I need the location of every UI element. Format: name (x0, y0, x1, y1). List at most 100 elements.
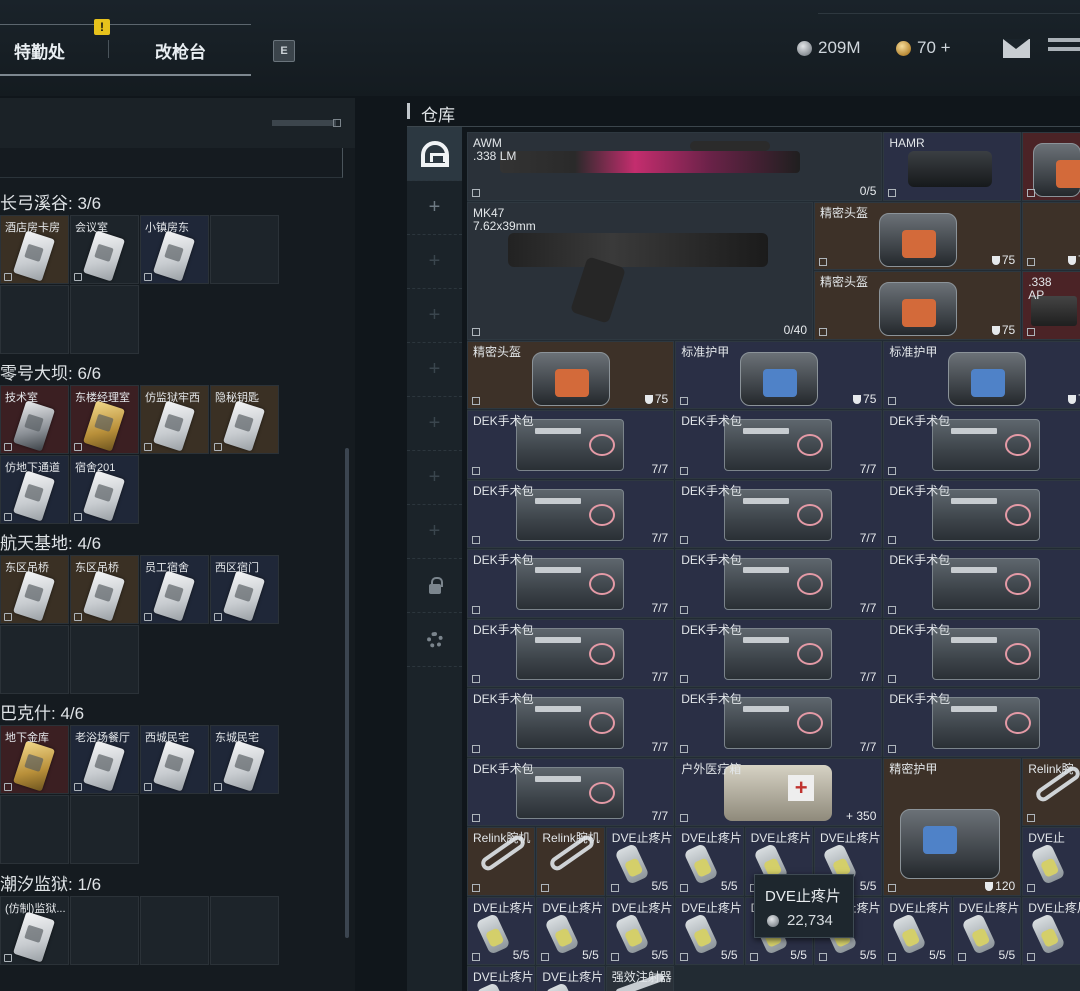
inventory-item[interactable]: DEK手术包 (883, 688, 1080, 757)
bound-tag-icon (4, 443, 12, 451)
empty-key-slot[interactable] (140, 896, 209, 965)
inventory-item[interactable]: DEK手术包 (883, 479, 1080, 548)
key-card-slot[interactable]: 东区吊桥 (0, 555, 69, 624)
inventory-item[interactable] (1022, 132, 1080, 201)
inventory-item[interactable]: DEK手术包 (883, 618, 1080, 687)
add-tab-button[interactable]: + (407, 505, 462, 559)
empty-key-slot[interactable] (0, 285, 69, 354)
menu-icon[interactable] (1048, 38, 1080, 60)
inventory-item[interactable]: DVE止疼片 5/5 (675, 827, 744, 896)
empty-key-slot[interactable] (70, 285, 139, 354)
inventory-item[interactable]: 户外医疗箱 + 350 (675, 757, 883, 826)
key-card-slot[interactable]: 东区吊桥 (70, 555, 139, 624)
inventory-item[interactable]: DEK手术包 7/7 (675, 410, 883, 479)
key-card-slot[interactable]: 小镇房东 (140, 215, 209, 284)
inventory-item[interactable]: Relink腕 (1022, 757, 1080, 826)
mail-icon[interactable] (1003, 39, 1030, 58)
inventory-item[interactable]: DVE止疼片 5/5 (952, 896, 1022, 965)
add-tab-button[interactable]: + (407, 397, 462, 451)
empty-key-slot[interactable] (0, 625, 69, 694)
inventory-item[interactable]: DEK手术包 7/7 (467, 688, 675, 757)
key-card-label: 会议室 (75, 222, 108, 234)
inventory-item[interactable]: DVE止疼片 5/5 (605, 896, 675, 965)
inventory-item[interactable]: DVE止疼片 (1022, 896, 1080, 965)
key-card-slot[interactable]: 仿监狱牢西 (140, 385, 209, 454)
empty-key-slot[interactable] (70, 625, 139, 694)
inventory-item[interactable]: DVE止疼片 5/5 (675, 896, 744, 965)
empty-key-slot[interactable] (0, 795, 69, 864)
inventory-item[interactable]: DEK手术包 (883, 549, 1080, 618)
inventory-item[interactable]: DVE止疼片 5/5 (467, 896, 536, 965)
inventory-item[interactable]: DEK手术包 7/7 (467, 410, 675, 479)
add-tab-button[interactable]: + (407, 343, 462, 397)
key-card-slot[interactable]: 隐秘钥匙 (210, 385, 279, 454)
key-card-slot[interactable]: 西城民宅 (140, 725, 209, 794)
tab-agency[interactable]: 特勤处 (14, 38, 65, 63)
empty-key-slot[interactable] (210, 896, 279, 965)
key-card-slot[interactable]: 酒店房卡房 (0, 215, 69, 284)
warehouse-home-tab[interactable] (407, 127, 462, 181)
settings-button[interactable] (407, 613, 462, 667)
inventory-item[interactable]: DEK手术包 7/7 (675, 479, 883, 548)
key-card-slot[interactable]: 宿舍201 (70, 455, 139, 524)
group-title: 长弓溪谷: 3/6 (0, 194, 102, 213)
add-tab-button[interactable]: + (407, 181, 462, 235)
empty-key-slot[interactable] (70, 795, 139, 864)
inventory-item[interactable]: AWM .338 LM 0/5 (467, 132, 883, 201)
add-tab-button[interactable]: + (407, 289, 462, 343)
bound-tag-icon (4, 783, 12, 791)
inventory-item[interactable]: DEK手术包 7/7 (467, 757, 675, 826)
inventory-item[interactable]: 精密护甲 120 (883, 757, 1022, 896)
key-card-slot[interactable]: 仿地下通道 (0, 455, 69, 524)
bag-icon (879, 212, 957, 267)
inventory-item[interactable]: DEK手术包 7/7 (467, 549, 675, 618)
inventory-item[interactable]: 7 (1022, 201, 1080, 270)
inventory-item[interactable]: 强效注射器 (605, 966, 675, 991)
inventory-item[interactable]: DEK手术包 7/7 (467, 618, 675, 687)
inventory-item[interactable]: MK47 7.62x39mm 0/40 (467, 201, 813, 340)
inventory-item[interactable]: DEK手术包 7/7 (675, 618, 883, 687)
key-card-slot[interactable]: 东楼经理室 (70, 385, 139, 454)
inventory-item[interactable]: DVE止疼片 (536, 966, 605, 991)
inventory-item[interactable]: 标准护甲 75 (675, 340, 883, 409)
key-card-slot[interactable]: 老浴场餐厅 (70, 725, 139, 794)
inventory-item[interactable]: Relink腕机 (467, 827, 536, 896)
add-tab-button[interactable]: + (407, 235, 462, 289)
inventory-item[interactable]: DEK手术包 (883, 410, 1080, 479)
inventory-item[interactable]: DVE止疼片 5/5 (605, 827, 675, 896)
inventory-item[interactable]: 精密头盔 75 (814, 271, 1022, 340)
inventory-item[interactable]: 标准护甲 7 (883, 340, 1080, 409)
key-card-slot[interactable]: 西区宿门 (210, 555, 279, 624)
inventory-item[interactable]: DEK手术包 7/7 (675, 688, 883, 757)
currency-tokens[interactable]: 70 + (896, 38, 951, 58)
key-card-slot[interactable]: 会议室 (70, 215, 139, 284)
inventory-item[interactable]: .338 AP (1022, 271, 1080, 340)
empty-key-slot[interactable] (210, 215, 279, 284)
inventory-item[interactable]: 精密头盔 75 (467, 340, 675, 409)
inventory-item[interactable]: DEK手术包 7/7 (467, 479, 675, 548)
tokens-amount[interactable]: 70 + (917, 38, 951, 58)
tab-gunsmith[interactable]: 改枪台 (155, 38, 206, 63)
key-slot-grid: 地下金库 老浴场餐厅 西城民宅 东城民宅 (0, 725, 279, 864)
key-card-slot[interactable]: 员工宿舍 (140, 555, 209, 624)
inventory-item[interactable]: Relink腕机 (536, 827, 605, 896)
panel-scrollbar[interactable] (345, 448, 349, 938)
group-title: 零号大坝: 6/6 (0, 364, 102, 383)
key-card-slot[interactable]: 技术室 (0, 385, 69, 454)
key-card-slot[interactable]: 地下金库 (0, 725, 69, 794)
key-card-slot[interactable]: 东城民宅 (210, 725, 279, 794)
inventory-item[interactable]: DEK手术包 7/7 (675, 549, 883, 618)
header-checkbox[interactable] (333, 119, 341, 127)
inventory-item[interactable]: DVE止疼片 5/5 (536, 896, 605, 965)
inventory-item[interactable]: DVE止疼片 5/5 (883, 896, 952, 965)
keybind-hint[interactable]: E (273, 40, 295, 62)
shield-icon (1067, 395, 1076, 404)
lock-button[interactable] (407, 559, 462, 613)
key-card-slot[interactable]: (仿制)监狱... (0, 896, 69, 965)
add-tab-button[interactable]: + (407, 451, 462, 505)
inventory-item[interactable]: 精密头盔 75 (814, 201, 1022, 270)
empty-key-slot[interactable] (70, 896, 139, 965)
inventory-item[interactable]: DVE止 (1022, 827, 1080, 896)
inventory-item[interactable]: HAMR (883, 132, 1022, 201)
inventory-item[interactable]: DVE止疼片 (467, 966, 536, 991)
